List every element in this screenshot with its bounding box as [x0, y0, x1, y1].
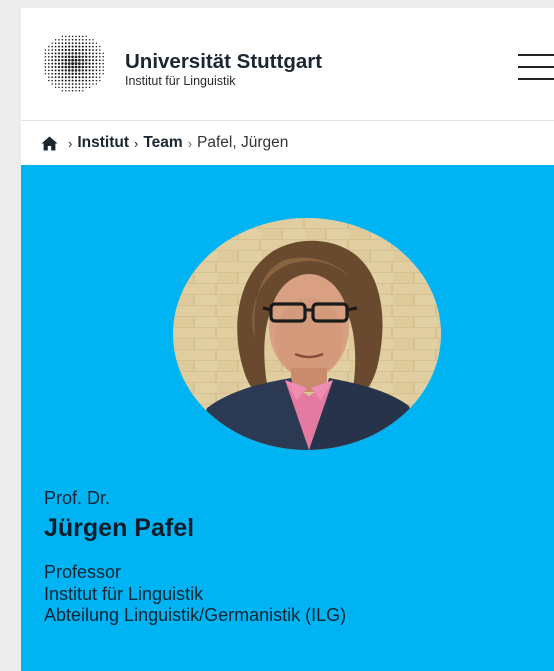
profile-info: Prof. Dr. Jürgen Pafel Professor Institu…	[44, 487, 346, 627]
profile-title: Prof. Dr.	[44, 488, 111, 508]
page: Universität Stuttgart Institut für Lingu…	[21, 8, 554, 671]
home-icon[interactable]	[41, 136, 58, 151]
brand[interactable]: Universität Stuttgart Institut für Lingu…	[125, 50, 323, 89]
university-logo-icon[interactable]	[41, 32, 107, 94]
breadcrumb-item-team[interactable]: Team	[143, 134, 182, 152]
brand-subtitle: Institut für Linguistik	[125, 74, 236, 88]
site-header: Universität Stuttgart Institut für Lingu…	[21, 8, 554, 121]
profile-hero: Prof. Dr. Jürgen Pafel Professor Institu…	[21, 165, 554, 671]
profile-role: Abteilung Linguistik/Germanistik (ILG)	[44, 605, 347, 625]
hamburger-menu-icon[interactable]	[518, 50, 554, 84]
screenshot-frame: Universität Stuttgart Institut für Lingu…	[0, 0, 554, 671]
profile-roles: Professor Institut für Linguistik Abteil…	[44, 562, 346, 627]
breadcrumb-item-institut[interactable]: Institut	[77, 134, 129, 152]
profile-role: Professor	[44, 562, 122, 582]
breadcrumb-current: Pafel, Jürgen	[197, 134, 289, 151]
brand-name: Universität Stuttgart	[125, 50, 323, 73]
breadcrumb-separator: ›	[68, 135, 73, 151]
breadcrumb: › Institut › Team › Pafel, Jürgen	[21, 121, 554, 165]
breadcrumb-separator: ›	[134, 135, 139, 151]
profile-role: Institut für Linguistik	[44, 583, 204, 604]
profile-photo	[173, 218, 441, 450]
profile-name: Jürgen Pafel	[44, 514, 195, 542]
breadcrumb-separator: ›	[187, 135, 193, 151]
